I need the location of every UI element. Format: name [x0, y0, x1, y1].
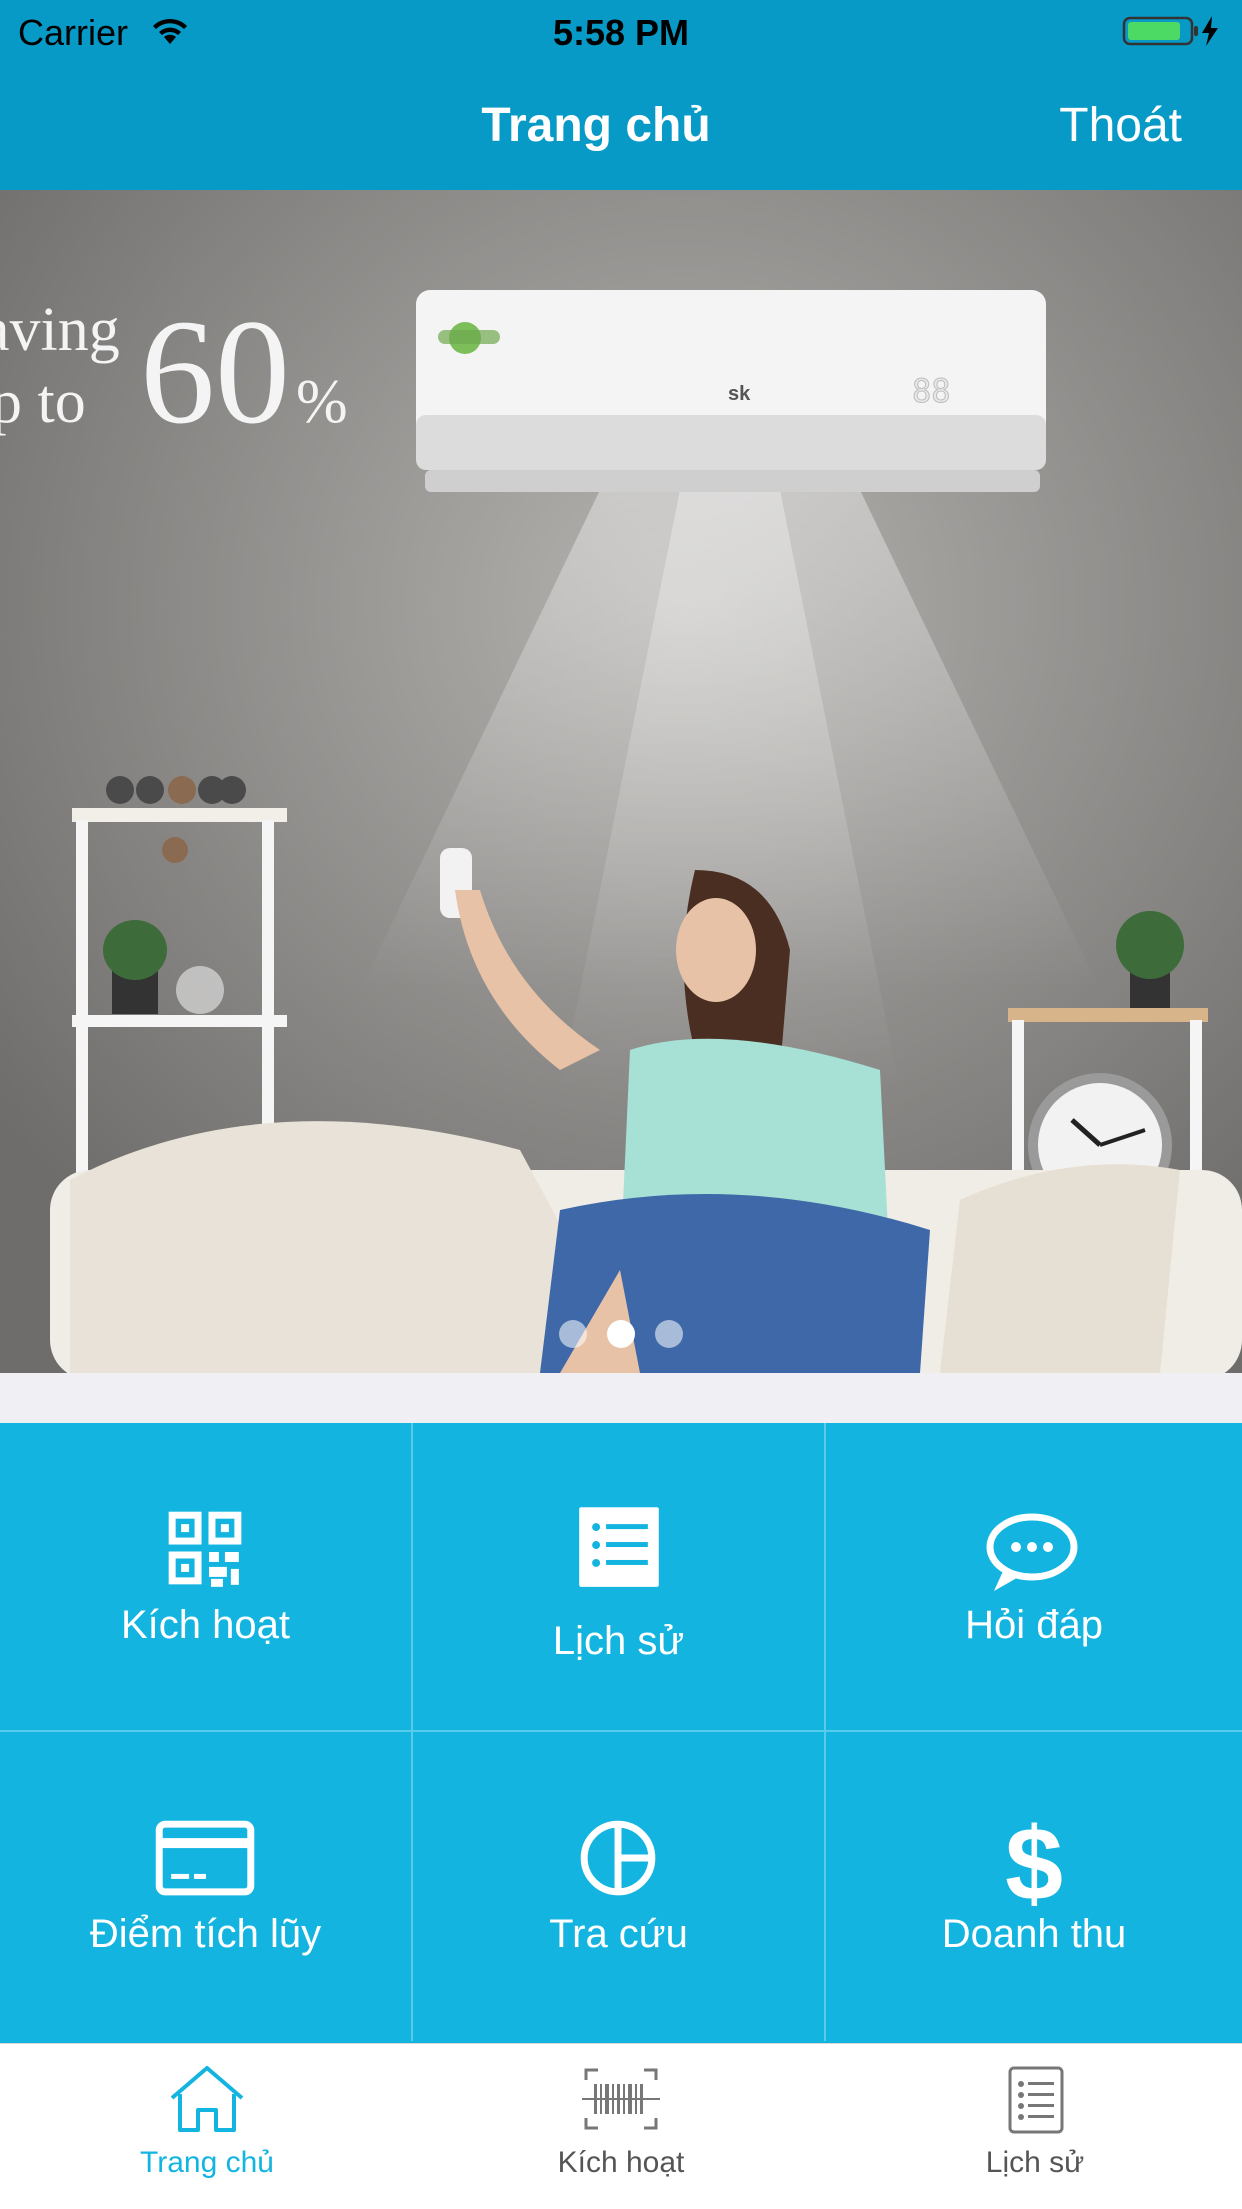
menu-item-label: Doanh thu — [941, 1912, 1127, 1956]
tab-activate[interactable]: Kích hoạt — [414, 2044, 828, 2209]
menu-grid: Kích hoạt Lịch sử Hỏi đáp Điểm tích lũy — [0, 1423, 1242, 2043]
document-list-icon — [1008, 2066, 1064, 2134]
menu-item-label: Tra cứu — [549, 1912, 688, 1956]
status-time: 5:58 PM — [552, 12, 690, 53]
barcode-scan-icon — [582, 2068, 660, 2130]
tab-label: Lịch sử — [985, 2146, 1085, 2179]
chat-bubble-icon — [986, 1513, 1078, 1591]
ac-display-text: 88 — [912, 372, 951, 410]
qr-code-icon — [168, 1511, 242, 1587]
charging-bolt-icon — [1202, 16, 1218, 46]
pie-chart-icon — [580, 1820, 656, 1896]
menu-item-points[interactable]: Điểm tích lũy — [0, 1732, 413, 2041]
banner-carousel[interactable]: sk 88 aving up to 60 % — [0, 190, 1242, 1373]
carousel-dot[interactable] — [559, 1320, 587, 1348]
menu-item-faq[interactable]: Hỏi đáp — [826, 1423, 1242, 1732]
menu-item-label: Hỏi đáp — [965, 1603, 1103, 1647]
carousel-dot[interactable] — [655, 1320, 683, 1348]
tab-bar: Trang chủ Kích hoạt Lịch sử — [0, 2043, 1242, 2209]
tab-home[interactable]: Trang chủ — [0, 2044, 414, 2209]
menu-item-revenue[interactable]: $ Doanh thu — [826, 1732, 1242, 2041]
list-icon — [579, 1507, 659, 1587]
ac-brand-text: sk — [728, 383, 751, 405]
svg-text:%: % — [296, 368, 348, 436]
tab-label: Kích hoạt — [557, 2146, 685, 2179]
menu-item-label: Lịch sử — [552, 1619, 685, 1663]
menu-item-history[interactable]: Lịch sử — [413, 1423, 826, 1732]
home-icon — [170, 2066, 244, 2132]
menu-item-lookup[interactable]: Tra cứu — [413, 1732, 826, 2041]
logout-button[interactable]: Thoát — [1059, 98, 1182, 153]
tab-history[interactable]: Lịch sử — [828, 2044, 1242, 2209]
carousel-page-indicator[interactable] — [0, 1320, 1242, 1353]
status-bar: Carrier 5:58 PM — [0, 0, 1242, 62]
svg-text:up to: up to — [0, 368, 86, 436]
carousel-dot-active[interactable] — [607, 1320, 635, 1348]
credit-card-icon — [155, 1820, 255, 1896]
banner-image: sk 88 aving up to 60 % — [0, 190, 1242, 1373]
menu-item-label: Điểm tích lũy — [89, 1912, 322, 1956]
page-title: Trang chủ — [481, 99, 711, 152]
air-conditioner-illustration: sk 88 — [416, 290, 1046, 492]
dollar-icon: $ — [1005, 1816, 1063, 1906]
menu-item-activate[interactable]: Kích hoạt — [0, 1423, 413, 1732]
navigation-bar: Trang chủ Thoát — [0, 62, 1242, 190]
svg-text:$: $ — [1005, 1816, 1063, 1906]
menu-item-label: Kích hoạt — [120, 1603, 290, 1647]
svg-text:60: 60 — [140, 289, 290, 455]
battery-icon — [1122, 14, 1222, 53]
tab-label: Trang chủ — [140, 2146, 274, 2179]
svg-text:aving: aving — [0, 296, 120, 364]
